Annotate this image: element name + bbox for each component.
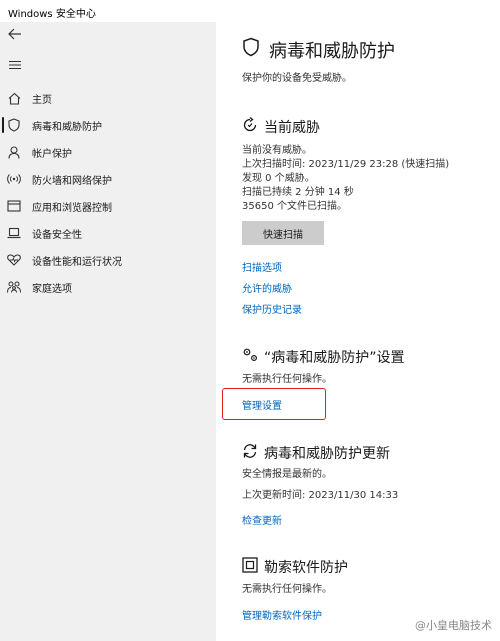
settings-gears-icon — [242, 347, 260, 367]
watermark: @小皇电脑技术 — [415, 619, 492, 632]
shield-icon — [6, 117, 22, 133]
files-scanned-text: 35650 个文件已扫描。 — [242, 201, 347, 212]
family-icon — [6, 279, 22, 295]
sidebar-item-virus-protection[interactable]: 病毒和威胁防护 — [0, 113, 216, 137]
laptop-icon — [6, 225, 22, 241]
sidebar-item-family[interactable]: 家庭选项 — [0, 275, 216, 299]
sidebar-item-device-security[interactable]: 设备安全性 — [0, 221, 216, 245]
threat-status-text: 当前没有威胁。 — [242, 145, 312, 156]
hamburger-menu-icon[interactable] — [6, 56, 24, 74]
current-threats-heading: 当前威胁 — [264, 120, 320, 136]
home-icon — [6, 90, 22, 106]
ransomware-icon — [242, 557, 258, 577]
back-arrow-icon[interactable] — [6, 25, 24, 43]
update-refresh-icon — [242, 443, 258, 463]
page-title: 病毒和威胁防护 — [269, 41, 395, 62]
scan-duration-text: 扫描已持续 2 分钟 14 秒 — [242, 187, 354, 198]
sidebar-item-label: 家庭选项 — [32, 284, 72, 295]
manage-ransomware-link[interactable]: 管理勒索软件保护 — [242, 607, 322, 622]
sidebar-item-app-browser[interactable]: 应用和浏览器控制 — [0, 194, 216, 218]
title-bar: Windows 安全中心 — [0, 0, 500, 22]
protection-history-link[interactable]: 保护历史记录 — [242, 301, 302, 316]
intel-status-text: 安全情报是最新的。 — [242, 469, 332, 480]
heart-icon — [6, 252, 22, 268]
last-update-text: 上次更新时间: 2023/11/30 14:33 — [242, 490, 399, 501]
allowed-threats-link[interactable]: 允许的威胁 — [242, 280, 292, 295]
window-title: Windows 安全中心 — [8, 9, 96, 20]
wifi-icon — [6, 171, 22, 187]
last-scan-text: 上次扫描时间: 2023/11/29 23:28 (快速扫描) — [242, 159, 450, 170]
ransomware-status-text: 无需执行任何操作。 — [242, 584, 332, 595]
sidebar-item-label: 病毒和威胁防护 — [32, 122, 102, 133]
check-updates-link[interactable]: 检查更新 — [242, 512, 282, 527]
sidebar-item-account-protection[interactable]: 帐户保护 — [0, 140, 216, 164]
settings-heading: “病毒和威胁防护”设置 — [264, 350, 405, 366]
scan-options-link[interactable]: 扫描选项 — [242, 259, 282, 274]
settings-status-text: 无需执行任何操作。 — [242, 374, 332, 385]
active-indicator — [2, 117, 4, 133]
threats-found-text: 发现 0 个威胁。 — [242, 173, 315, 184]
shield-icon — [242, 37, 260, 61]
highlight-box — [222, 388, 326, 420]
quick-scan-button[interactable]: 快速扫描 — [242, 221, 324, 245]
sidebar-item-firewall[interactable]: 防火墙和网络保护 — [0, 167, 216, 191]
scan-refresh-icon — [242, 116, 258, 137]
page-subtitle: 保护你的设备免受威胁。 — [242, 73, 352, 84]
sidebar-item-label: 应用和浏览器控制 — [32, 203, 112, 214]
main-content — [216, 22, 500, 641]
updates-heading: 病毒和威胁防护更新 — [264, 446, 390, 462]
sidebar-item-home[interactable]: 主页 — [0, 86, 216, 110]
sidebar-item-label: 防火墙和网络保护 — [32, 176, 112, 187]
sidebar-item-device-performance[interactable]: 设备性能和运行状况 — [0, 248, 216, 272]
sidebar-item-label: 设备性能和运行状况 — [32, 257, 122, 268]
person-icon — [6, 144, 22, 160]
sidebar-item-label: 设备安全性 — [32, 230, 82, 241]
ransomware-heading: 勒索软件防护 — [264, 560, 348, 576]
sidebar-item-label: 帐户保护 — [32, 149, 72, 160]
browser-icon — [6, 198, 22, 214]
sidebar-item-label: 主页 — [32, 95, 52, 106]
